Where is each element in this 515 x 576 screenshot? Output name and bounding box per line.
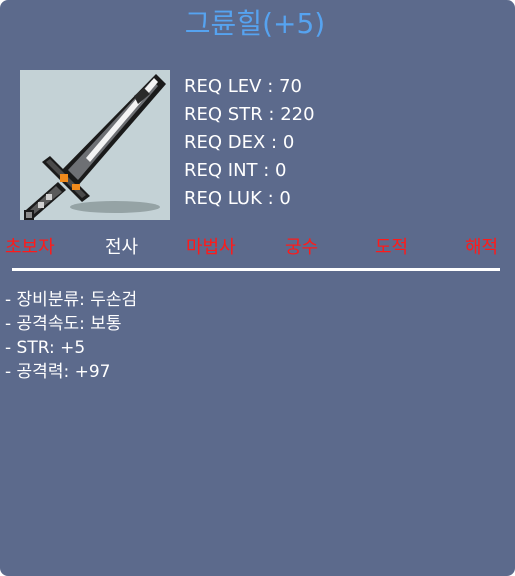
stat-attack: - 공격력: +97 [5, 362, 111, 382]
requirements-list: REQ LEV : 70 REQ STR : 220 REQ DEX : 0 R… [184, 73, 315, 213]
job-restrictions: 초보자 전사 마법사 궁수 도적 해적 [0, 234, 515, 264]
stat-category: - 장비분류: 두손검 [5, 290, 138, 310]
stat-attack-speed: - 공격속도: 보통 [5, 314, 122, 334]
job-beginner: 초보자 [5, 237, 55, 258]
job-bowman: 궁수 [285, 237, 319, 258]
req-luk: REQ LUK : 0 [184, 188, 291, 209]
item-name: 그륜힐(+5) [184, 7, 326, 40]
req-level: REQ LEV : 70 [184, 76, 302, 97]
divider [12, 268, 500, 271]
item-tooltip: 그륜힐(+5) REQ LEV : 70 REQ STR: 220 REQ D… [0, 0, 515, 576]
stat-str: - STR: +5 [5, 338, 86, 358]
job-magician: 마법사 [186, 237, 236, 258]
req-dex: REQ DEX : 0 [184, 132, 295, 153]
two-handed-sword-icon [20, 70, 170, 220]
job-thief: 도적 [375, 237, 409, 258]
req-str: REQ STR : 220 [184, 104, 315, 125]
sword-sprite [24, 74, 166, 220]
job-pirate: 해적 [465, 237, 499, 258]
req-int: REQ INT : 0 [184, 160, 287, 181]
item-stats: - 장비분류: 두손검 - 공격속도: 보통 - STR: +5 - 공격력: … [5, 288, 137, 384]
job-warrior: 전사 [105, 237, 139, 258]
